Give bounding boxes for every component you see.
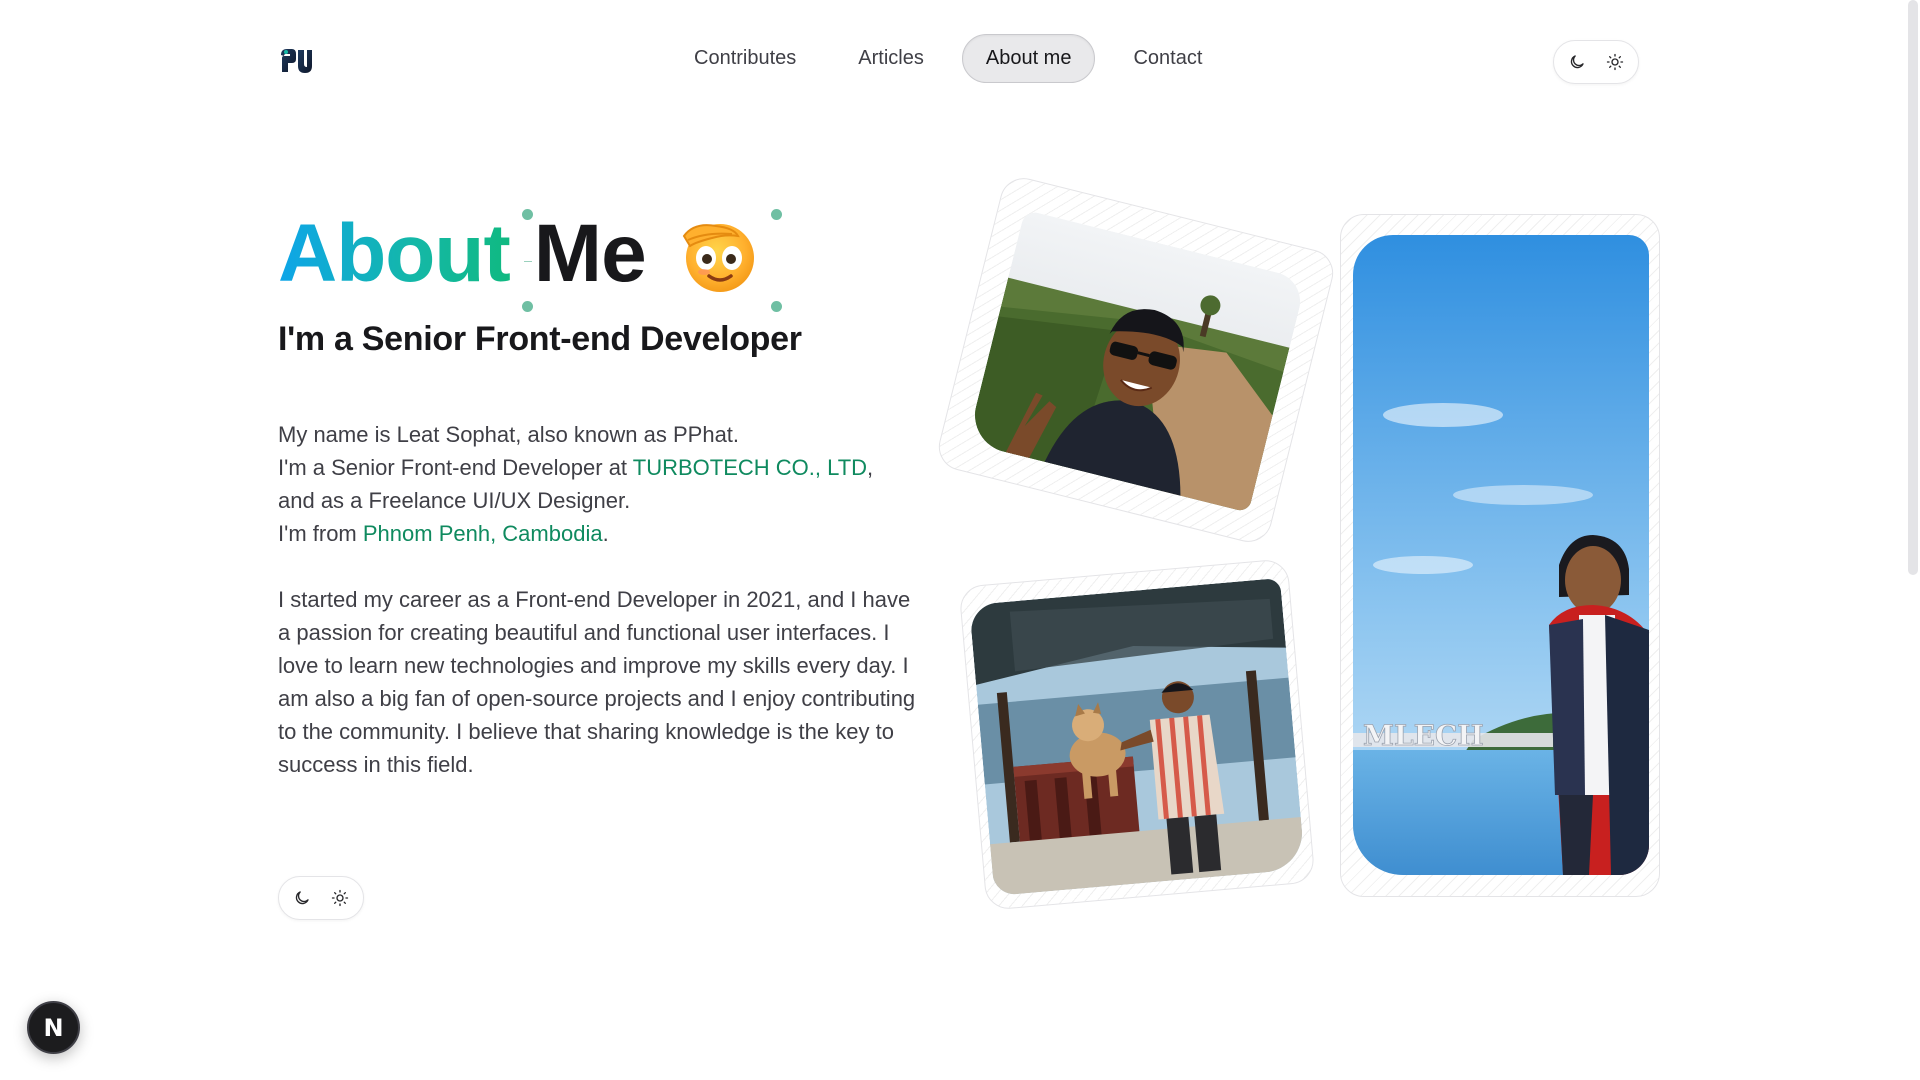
nextjs-dev-badge[interactable]: N xyxy=(27,1001,80,1054)
dog-photo xyxy=(969,577,1306,897)
site-logo[interactable] xyxy=(278,46,314,76)
pp-monogram-logo-icon xyxy=(281,49,312,73)
intro-text: I'm from xyxy=(278,521,363,546)
selection-handle xyxy=(521,301,533,312)
title-me-selection: Me xyxy=(521,208,782,312)
photo-card-lake: MLECH xyxy=(1340,214,1660,897)
hero-heading: About Me xyxy=(278,206,782,312)
selection-handle xyxy=(521,209,533,220)
theme-toggle-content xyxy=(278,876,364,920)
nav-about-me[interactable]: About me xyxy=(961,34,1096,83)
dark-mode-button[interactable] xyxy=(1561,46,1593,78)
intro-paragraph: My name is Leat Sophat, also known as PP… xyxy=(278,418,918,550)
photo-card-dog xyxy=(958,558,1316,911)
sun-icon xyxy=(331,889,349,907)
intro-text: , xyxy=(867,455,874,480)
lake-sign-text: MLECH xyxy=(1363,719,1484,752)
intro-line: I'm from Phnom Penh, Cambodia. xyxy=(278,517,918,550)
moon-icon xyxy=(1570,55,1584,69)
page-subtitle: I'm a Senior Front-end Developer xyxy=(278,320,802,358)
about-page: Contributes Articles About me Contact Ab… xyxy=(0,0,1920,1080)
title-me: Me xyxy=(533,208,647,299)
intro-text: . xyxy=(602,521,609,546)
nav-contributes[interactable]: Contributes xyxy=(670,34,820,83)
selection-handle xyxy=(770,301,782,312)
light-mode-button[interactable] xyxy=(324,882,356,914)
dog-photo-image xyxy=(969,577,1306,897)
nextjs-badge-label: N xyxy=(43,1013,64,1042)
lake-photo-image: MLECH xyxy=(1353,235,1649,875)
light-mode-button[interactable] xyxy=(1599,46,1631,78)
intro-line: I'm a Senior Front-end Developer at TURB… xyxy=(278,451,918,484)
moon-icon xyxy=(295,891,309,905)
selection-guide xyxy=(523,261,532,262)
selfie-photo xyxy=(967,209,1307,513)
title-about: About xyxy=(278,208,511,299)
theme-toggle-header xyxy=(1553,40,1639,84)
company-link[interactable]: TURBOTECH CO., LTD xyxy=(633,455,867,480)
selfie-photo-image xyxy=(967,209,1307,513)
selection-handle xyxy=(770,209,782,220)
intro-line: My name is Leat Sophat, also known as PP… xyxy=(278,422,740,447)
lake-photo: MLECH xyxy=(1353,235,1649,875)
intro-line: and as a Freelance UI/UX Designer. xyxy=(278,488,631,513)
nav-articles[interactable]: Articles xyxy=(834,34,948,83)
photo-card-selfie xyxy=(933,173,1339,547)
main-nav: Contributes Articles About me Contact xyxy=(670,34,1226,83)
dark-mode-button[interactable] xyxy=(286,882,318,914)
saluting-face-emoji-icon xyxy=(682,224,754,292)
location-link[interactable]: Phnom Penh, Cambodia xyxy=(363,521,603,546)
sun-icon xyxy=(1606,53,1624,71)
nav-contact[interactable]: Contact xyxy=(1109,34,1226,83)
page-scrollbar[interactable] xyxy=(1908,0,1918,575)
intro-text: I'm a Senior Front-end Developer at xyxy=(278,455,633,480)
career-paragraph: I started my career as a Front-end Devel… xyxy=(278,587,916,777)
